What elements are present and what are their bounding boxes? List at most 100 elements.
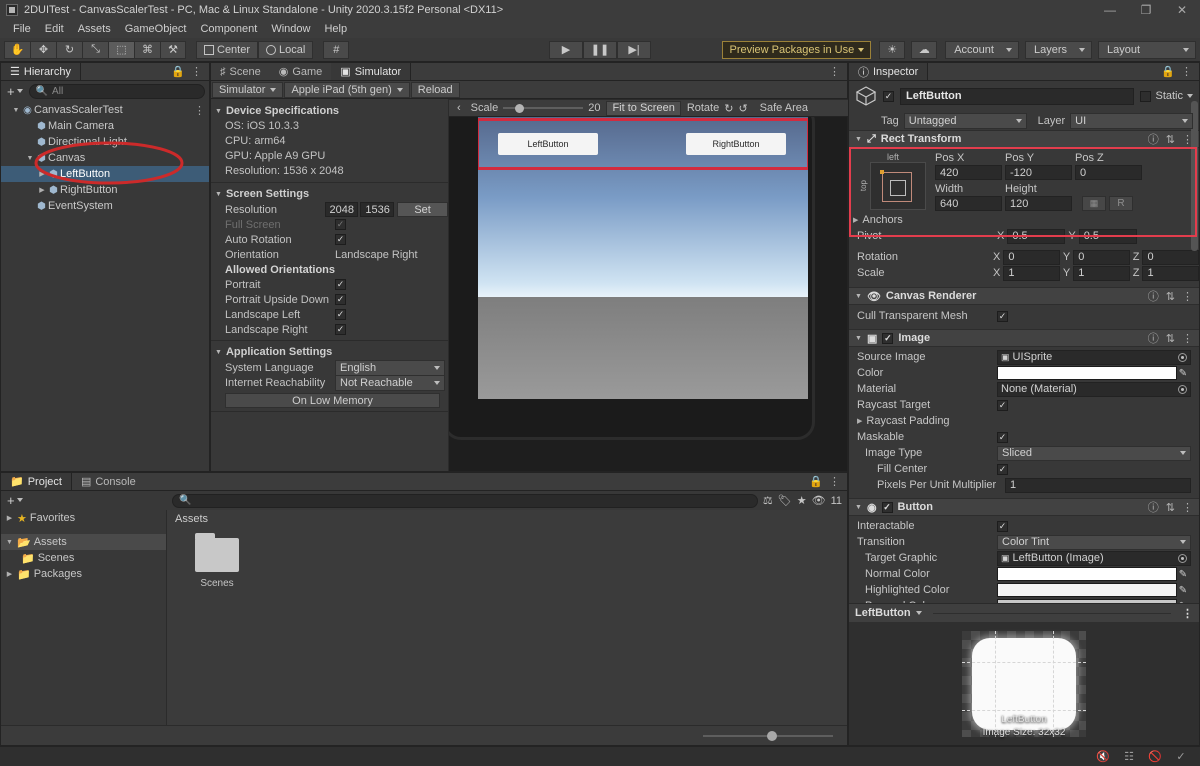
pixels-per-unit-input[interactable]: 1: [1005, 477, 1191, 493]
image-enabled-checkbox[interactable]: ✓: [882, 332, 894, 344]
hand-tool-icon[interactable]: ✋: [4, 40, 30, 59]
pause-button[interactable]: ❚❚: [583, 40, 617, 59]
expand-triangle-icon[interactable]: ▼: [11, 107, 21, 114]
raycast-target-checkbox[interactable]: ✓: [997, 399, 1008, 411]
component-header-image[interactable]: ▼ ▣ ✓ Image ⓘ ⇅ ⋮: [849, 329, 1199, 347]
landscape-left-checkbox[interactable]: ✓: [335, 309, 346, 320]
collapse-triangle-icon[interactable]: ▼: [855, 293, 862, 300]
hierarchy-item-eventsystem[interactable]: ⬢ EventSystem: [1, 198, 209, 214]
source-image-field[interactable]: ▣ UISprite: [997, 349, 1191, 365]
component-header-rect-transform[interactable]: ▼ ⤢ Rect Transform ⓘ ⇅ ⋮: [849, 130, 1199, 148]
project-search-input[interactable]: 🔍: [172, 493, 758, 508]
kebab-menu-icon[interactable]: ⋮: [1182, 607, 1193, 620]
collapse-triangle-icon[interactable]: ▼: [215, 191, 222, 198]
hidden-eye-icon[interactable]: 👁: [812, 494, 826, 507]
tag-dropdown[interactable]: Untagged: [903, 112, 1027, 129]
hierarchy-item-directional-light[interactable]: ⬢ Directional Light: [1, 134, 209, 150]
kebab-menu-icon[interactable]: ⋮: [1182, 290, 1193, 303]
expand-triangle-icon[interactable]: ▶: [37, 170, 47, 178]
expand-triangle-icon[interactable]: ▶: [5, 570, 14, 578]
raw-toggle-button[interactable]: R: [1109, 196, 1133, 211]
component-header-canvas-renderer[interactable]: ▼ 👁 Canvas Renderer ⓘ ⇅ ⋮: [849, 287, 1199, 305]
kebab-menu-icon[interactable]: ⋮: [1182, 501, 1193, 514]
pos-z-input[interactable]: 0: [1075, 165, 1142, 180]
kebab-menu-icon[interactable]: ⋮: [1181, 65, 1192, 78]
custom-tool-icon[interactable]: ⚒: [160, 40, 186, 59]
eyedropper-icon[interactable]: ✎: [1177, 585, 1189, 596]
project-item-packages[interactable]: ▶ 📁 Packages: [1, 566, 166, 582]
menu-gameobject[interactable]: GameObject: [118, 20, 194, 38]
slider-knob[interactable]: [767, 730, 777, 741]
pos-x-input[interactable]: 420: [935, 165, 1002, 180]
anchor-preset-box[interactable]: [870, 162, 926, 210]
menu-component[interactable]: Component: [193, 20, 264, 38]
hierarchy-item-rightbutton[interactable]: ▶ ⬢ RightButton: [1, 182, 209, 198]
rotation-z-input[interactable]: 0: [1142, 249, 1199, 265]
asset-item-scenes[interactable]: Scenes: [185, 533, 249, 589]
create-asset-button[interactable]: +: [5, 493, 25, 508]
button-enabled-checkbox[interactable]: ✓: [881, 501, 893, 513]
transform-tool-icon[interactable]: ⌘: [134, 40, 160, 59]
reload-button[interactable]: Reload: [410, 81, 460, 98]
scale-slider[interactable]: [503, 104, 584, 113]
close-button[interactable]: ✕: [1164, 0, 1200, 20]
scale-y-input[interactable]: 1: [1073, 265, 1130, 281]
favorite-filter-icon[interactable]: ★: [797, 494, 807, 507]
static-checkbox[interactable]: [1140, 90, 1152, 102]
tab-hierarchy[interactable]: ☰ Hierarchy: [1, 63, 81, 80]
simulator-device-view[interactable]: LeftButton RightButton: [449, 99, 847, 471]
raycast-padding-row[interactable]: ▶ Raycast Padding: [849, 413, 1199, 429]
kebab-menu-icon[interactable]: ⋮: [194, 104, 205, 117]
layers-button[interactable]: Layers: [1024, 40, 1092, 59]
expand-triangle-icon[interactable]: ▶: [5, 514, 14, 522]
auto-rotation-checkbox[interactable]: ✓: [335, 234, 346, 245]
fill-center-checkbox[interactable]: ✓: [997, 463, 1008, 475]
step-button[interactable]: ▶|: [617, 40, 651, 59]
cloud-icon[interactable]: ☁: [911, 40, 938, 59]
landscape-right-checkbox[interactable]: ✓: [335, 324, 346, 335]
lock-icon[interactable]: 🔒: [1161, 65, 1175, 78]
lock-icon[interactable]: 🔒: [171, 65, 185, 78]
fit-to-screen-button[interactable]: Fit to Screen: [606, 100, 681, 116]
expand-triangle-icon[interactable]: ▶: [857, 417, 862, 425]
interactable-checkbox[interactable]: ✓: [997, 520, 1008, 532]
target-graphic-field[interactable]: ▣ LeftButton (Image): [997, 550, 1191, 566]
preview-packages-button[interactable]: Preview Packages in Use: [722, 40, 872, 59]
label-filter-icon[interactable]: 🏷: [778, 494, 792, 507]
anchor-preset-widget[interactable]: left top: [859, 152, 927, 211]
no-preview-icon[interactable]: 🚫: [1148, 750, 1162, 763]
asset-filter-icon[interactable]: ⚖: [763, 494, 773, 507]
menu-help[interactable]: Help: [317, 20, 354, 38]
game-right-button[interactable]: RightButton: [686, 133, 786, 155]
object-enabled-checkbox[interactable]: ✓: [883, 90, 894, 102]
menu-edit[interactable]: Edit: [38, 20, 71, 38]
preset-icon[interactable]: ⇅: [1166, 501, 1175, 514]
system-language-dropdown[interactable]: English: [335, 359, 445, 376]
scale-x-input[interactable]: 1: [1003, 265, 1060, 281]
play-button[interactable]: ▶: [549, 40, 583, 59]
tab-project[interactable]: 📁 Project: [1, 473, 72, 490]
move-tool-icon[interactable]: ✥: [30, 40, 56, 59]
static-toggle[interactable]: Static: [1140, 90, 1193, 102]
minimize-button[interactable]: —: [1092, 0, 1128, 20]
sprite-preview[interactable]: LeftButton Image Size: 32x32: [849, 622, 1199, 745]
kebab-menu-icon[interactable]: ⋮: [1182, 332, 1193, 345]
tab-scene[interactable]: ♯ Scene: [211, 63, 270, 80]
game-left-button[interactable]: LeftButton: [498, 133, 598, 155]
portrait-checkbox[interactable]: ✓: [335, 279, 346, 290]
expand-triangle-icon[interactable]: ▶: [37, 186, 47, 194]
kebab-menu-icon[interactable]: ⋮: [191, 65, 202, 78]
kebab-menu-icon[interactable]: ⋮: [829, 475, 840, 488]
preset-icon[interactable]: ⇅: [1166, 133, 1175, 146]
pivot-rotation-button[interactable]: Local: [258, 40, 314, 59]
pivot-mode-button[interactable]: Center: [196, 40, 259, 59]
slider-knob[interactable]: [515, 104, 525, 113]
tab-inspector[interactable]: ⓘ Inspector: [849, 63, 929, 80]
collapse-triangle-icon[interactable]: ▼: [855, 335, 862, 342]
highlighted-color-swatch[interactable]: [997, 583, 1177, 597]
simulator-mode-dropdown[interactable]: Simulator: [212, 81, 284, 98]
collapse-triangle-icon[interactable]: ▼: [215, 108, 222, 115]
menu-file[interactable]: File: [6, 20, 38, 38]
safe-area-button[interactable]: Safe Area: [754, 99, 814, 117]
preset-icon[interactable]: ⇅: [1166, 332, 1175, 345]
